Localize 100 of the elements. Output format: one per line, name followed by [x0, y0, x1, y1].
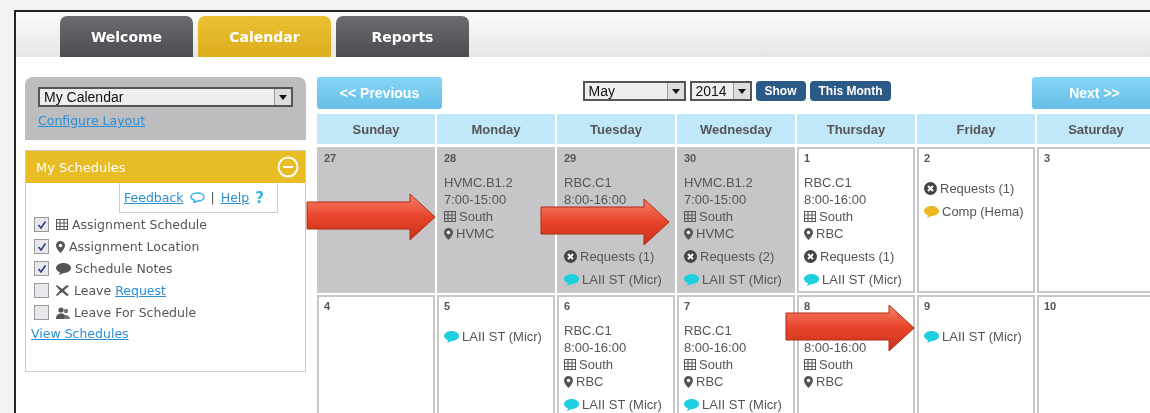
- day-cell[interactable]: 9 LAII ST (Micr): [917, 295, 1035, 413]
- grid-icon: [56, 219, 68, 230]
- location-text: RBC: [816, 225, 844, 242]
- requests-link[interactable]: Requests (1): [580, 248, 655, 265]
- note-text[interactable]: LAII ST (Micr): [702, 396, 782, 413]
- schedule-label: Assignment Location: [69, 239, 200, 254]
- day-cell[interactable]: 28 HVMC.B1.2 7:00-15:00 South HVMC: [437, 147, 555, 293]
- area-text: South: [459, 208, 493, 225]
- grid-icon: [684, 359, 696, 370]
- requests-link[interactable]: Requests (1): [940, 180, 1015, 197]
- day-cell[interactable]: 10: [1037, 295, 1150, 413]
- note-text[interactable]: LAII ST (Micr): [582, 271, 662, 288]
- weekday-header: Tuesday: [557, 114, 675, 144]
- pin-icon: [564, 375, 573, 388]
- note-text[interactable]: LAII ST (Micr): [822, 271, 902, 288]
- calendar-select[interactable]: My Calendar: [38, 87, 293, 107]
- day-number: 30: [684, 152, 697, 164]
- day-number: 2: [924, 152, 931, 164]
- pin-icon: [684, 375, 693, 388]
- feedback-link[interactable]: Feedback: [124, 190, 184, 205]
- area-text: South: [699, 208, 733, 225]
- area-text: South: [579, 356, 613, 373]
- day-cell[interactable]: 7 RBC.C1 8:00-16:00 South RBC LAII ST (Micr): [677, 295, 795, 413]
- grid-icon: [564, 359, 576, 370]
- nav-tab[interactable]: Welcome: [60, 16, 193, 57]
- note-text[interactable]: LAII ST (Micr): [462, 328, 542, 345]
- grid-icon: [804, 211, 816, 222]
- requests-link[interactable]: Requests (2): [700, 248, 775, 265]
- caret-icon: [279, 94, 287, 100]
- shift-time: 8:00-16:00: [684, 339, 747, 356]
- day-cell[interactable]: 1 RBC.C1 8:00-16:00 South RBC Requests (1) LAII ST (Micr): [797, 147, 915, 293]
- caret-icon: [671, 88, 680, 94]
- people-icon: [56, 306, 70, 319]
- schedule-label: Leave For Schedule: [74, 305, 197, 320]
- help-link[interactable]: Help: [220, 190, 250, 205]
- checkbox[interactable]: [34, 261, 49, 276]
- day-cell[interactable]: 5 LAII ST (Micr): [437, 295, 555, 413]
- day-number: 7: [684, 300, 691, 312]
- day-number: 27: [324, 152, 337, 164]
- shift-time: 8:00-16:00: [804, 191, 867, 208]
- day-cell[interactable]: 30 HVMC.B1.2 7:00-15:00 South HVMC Requests (2) LAII ST (Micr): [677, 147, 795, 293]
- assignment-code: HVMC.B1.2: [684, 174, 753, 191]
- day-cell[interactable]: 4: [317, 295, 435, 413]
- checkbox[interactable]: [34, 283, 49, 298]
- location-text: HVMC: [696, 225, 735, 242]
- checkbox[interactable]: [34, 217, 49, 232]
- note-text[interactable]: LAII ST (Micr): [702, 271, 782, 288]
- this-month-button[interactable]: This Month: [809, 81, 892, 101]
- panel-title: My Schedules: [36, 159, 126, 175]
- view-schedules-link[interactable]: View Schedules: [31, 326, 129, 341]
- grid-icon: [444, 211, 456, 222]
- note-text[interactable]: LAII ST (Micr): [942, 328, 1022, 345]
- assignment-code: RBC.C1: [564, 174, 612, 191]
- assignment-code: RBC.C1: [804, 174, 852, 191]
- day-number: 5: [444, 300, 451, 312]
- nav-tab[interactable]: Reports: [336, 16, 469, 57]
- note-text[interactable]: LAII ST (Micr): [582, 396, 662, 413]
- close-circle-icon: [804, 250, 817, 263]
- request-link[interactable]: Request: [115, 283, 166, 298]
- help-icon: ?: [255, 188, 264, 207]
- schedule-label: Schedule Notes: [75, 261, 173, 276]
- location-text: RBC: [576, 373, 604, 390]
- shift-time: 8:00-16:00: [564, 191, 627, 208]
- grid-icon: [684, 211, 696, 222]
- weekday-header: Saturday: [1037, 114, 1150, 144]
- weekday-header: Monday: [437, 114, 555, 144]
- checkbox[interactable]: [34, 239, 49, 254]
- pin-icon: [684, 227, 693, 240]
- checkbox[interactable]: [34, 305, 49, 320]
- month-select[interactable]: May: [582, 81, 686, 101]
- day-number: 6: [564, 300, 571, 312]
- close-circle-icon: [684, 250, 697, 263]
- grid-icon: [804, 359, 816, 370]
- location-text: RBC: [696, 373, 724, 390]
- shift-time: 8:00-16:00: [564, 339, 627, 356]
- pin-icon: [56, 240, 65, 253]
- caret-icon: [737, 88, 746, 94]
- speech-bubble-icon: [56, 262, 71, 275]
- check-icon: [36, 241, 47, 252]
- year-select[interactable]: 2014: [689, 81, 752, 101]
- close-circle-icon: [924, 182, 937, 195]
- day-number: 29: [564, 152, 577, 164]
- schedule-label: Assignment Schedule: [72, 217, 207, 232]
- day-cell[interactable]: 6 RBC.C1 8:00-16:00 South RBC LAII ST (Micr): [557, 295, 675, 413]
- day-cell[interactable]: 3: [1037, 147, 1150, 293]
- requests-link[interactable]: Requests (1): [820, 248, 895, 265]
- weekday-header: Sunday: [317, 114, 435, 144]
- assignment-code: RBC.C1: [564, 322, 612, 339]
- day-cell[interactable]: 2 Requests (1) Comp (Hema): [917, 147, 1035, 293]
- location-text: RBC: [816, 373, 844, 390]
- pin-icon: [804, 227, 813, 240]
- day-number: 3: [1044, 152, 1051, 164]
- pin-icon: [804, 375, 813, 388]
- note-text[interactable]: Comp (Hema): [942, 203, 1024, 220]
- shift-time: 7:00-15:00: [444, 191, 507, 208]
- separator: |: [210, 190, 215, 205]
- weekday-header: Wednesday: [677, 114, 795, 144]
- check-icon: [36, 263, 47, 274]
- show-button[interactable]: Show: [755, 81, 806, 101]
- schedule-label: Leave: [74, 283, 112, 298]
